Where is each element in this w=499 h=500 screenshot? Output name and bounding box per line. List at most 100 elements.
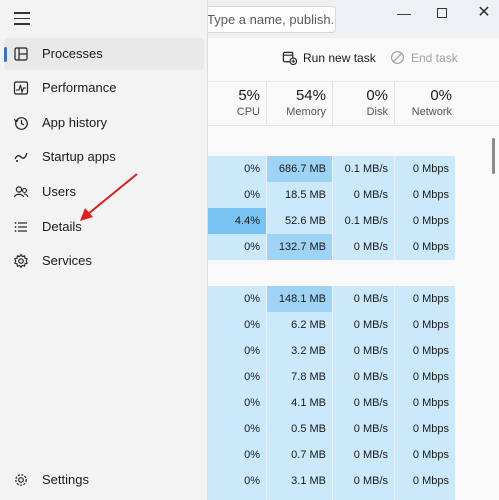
memory-total: 54% [295, 87, 326, 104]
sidebar-item-label: Processes [42, 46, 103, 61]
network-cell: 0 Mbps [394, 312, 455, 338]
cpu-cell: 0% [208, 156, 266, 182]
hamburger-menu-icon[interactable] [14, 12, 30, 26]
sidebar-item-processes[interactable]: Processes [4, 38, 204, 70]
column-cpu[interactable]: 5% CPU [208, 82, 266, 126]
table-row[interactable]: 0% 18.5 MB 0 MB/s 0 Mbps [208, 182, 455, 208]
sidebar: Processes Performance App history Startu… [0, 0, 208, 500]
sidebar-item-label: Startup apps [42, 149, 116, 164]
memory-cell: 6.2 MB [266, 312, 332, 338]
details-icon [13, 219, 29, 235]
close-button[interactable]: ✕ [472, 4, 496, 22]
sidebar-item-details[interactable]: Details [4, 211, 204, 243]
memory-cell: 18.5 MB [266, 182, 332, 208]
table-row[interactable]: 0% 6.2 MB 0 MB/s 0 Mbps [208, 312, 455, 338]
run-new-task-label: Run new task [303, 50, 376, 65]
column-disk[interactable]: 0% Disk [332, 82, 394, 126]
table-row[interactable]: 0% 3.1 MB 0 MB/s 0 Mbps [208, 468, 455, 494]
disk-cell: 0 MB/s [332, 338, 394, 364]
cpu-cell: 0% [208, 468, 266, 494]
network-cell: 0 Mbps [394, 416, 455, 442]
cpu-cell: 0% [208, 234, 266, 260]
main-panel: Type a name, publish... — ✕ Run new task… [200, 0, 499, 500]
sidebar-item-performance[interactable]: Performance [4, 72, 204, 104]
sidebar-item-label: Details [42, 219, 82, 234]
network-cell: 0 Mbps [394, 338, 455, 364]
table-row[interactable]: 4.4% 52.6 MB 0.1 MB/s 0 Mbps [208, 208, 455, 234]
sidebar-item-startup-apps[interactable]: Startup apps [4, 141, 204, 173]
table-row[interactable]: 0% 7.8 MB 0 MB/s 0 Mbps [208, 364, 455, 390]
end-task-label: End task [411, 50, 458, 65]
cpu-cell: 0% [208, 494, 266, 500]
disk-cell: 0 MB/s [332, 468, 394, 494]
disk-cell: 0 MB/s [332, 286, 394, 312]
memory-cell: 3.1 MB [266, 468, 332, 494]
cpu-cell: 0% [208, 416, 266, 442]
column-memory[interactable]: 54% Memory [266, 82, 332, 126]
sidebar-item-services[interactable]: Services [4, 245, 204, 277]
table-row[interactable]: 0% 148.1 MB 0 MB/s 0 Mbps [208, 286, 455, 312]
cpu-cell: 0% [208, 442, 266, 468]
maximize-button[interactable] [430, 4, 454, 22]
memory-cell: 0.5 MB [266, 416, 332, 442]
toolbar: Run new task End task [208, 38, 499, 82]
sidebar-item-app-history[interactable]: App history [4, 107, 204, 139]
memory-cell: 148.1 MB [266, 286, 332, 312]
network-cell: 0 Mbps [394, 208, 455, 234]
disk-cell: 0 MB/s [332, 390, 394, 416]
scrollbar-thumb[interactable] [492, 138, 495, 174]
network-total: 0% [430, 87, 452, 104]
run-new-task-button[interactable]: Run new task [282, 50, 376, 65]
sidebar-item-users[interactable]: Users [4, 176, 204, 208]
sidebar-item-label: Users [42, 184, 76, 199]
sidebar-item-settings[interactable]: Settings [4, 464, 204, 496]
disk-cell: 0 MB/s [332, 364, 394, 390]
users-icon [13, 184, 29, 200]
network-cell: 0 Mbps [394, 468, 455, 494]
gear-icon [13, 472, 29, 488]
network-cell: 0 Mbps [394, 286, 455, 312]
table-row[interactable]: 0% 0.7 MB 0 MB/s 0 Mbps [208, 442, 455, 468]
cpu-total: 5% [238, 87, 260, 104]
disk-cell: 0 MB/s [332, 312, 394, 338]
network-cell: 0 Mbps [394, 442, 455, 468]
table-row[interactable]: 0% 3.2 MB 0 MB/s 0 Mbps [208, 338, 455, 364]
minimize-button[interactable]: — [392, 4, 416, 22]
sidebar-item-label: Settings [42, 472, 89, 487]
maximize-icon [437, 7, 447, 18]
disk-cell: 0 MB/s [332, 442, 394, 468]
end-task-icon [390, 50, 405, 65]
end-task-button[interactable]: End task [390, 50, 458, 65]
disk-cell: 0.1 MB/s [332, 156, 394, 182]
table-row[interactable]: 0% 4.1 MB 0 MB/s 0 Mbps [208, 390, 455, 416]
sidebar-item-label: Performance [42, 80, 117, 95]
disk-total: 0% [366, 87, 388, 104]
table-row[interactable]: 0% 686.7 MB 0.1 MB/s 0 Mbps [208, 156, 455, 182]
column-network[interactable]: 0% Network [394, 82, 458, 126]
column-headers: 5% CPU 54% Memory 0% Disk 0% Network [208, 82, 499, 126]
memory-header: Memory [286, 106, 326, 118]
network-cell: 0 Mbps [394, 182, 455, 208]
network-header: Network [411, 106, 452, 118]
cpu-cell: 4.4% [208, 208, 266, 234]
memory-cell: 7.8 MB [266, 364, 332, 390]
cpu-cell: 0% [208, 312, 266, 338]
services-icon [13, 253, 29, 269]
table-row[interactable]: 0%6.8 MB0 MB/s0 Mbps [208, 494, 455, 500]
search-input[interactable]: Type a name, publish... [200, 6, 336, 33]
disk-cell: 0.1 MB/s [332, 208, 394, 234]
memory-cell: 52.6 MB [266, 208, 332, 234]
table-row[interactable]: 0% 132.7 MB 0 MB/s 0 Mbps [208, 234, 455, 260]
network-cell: 0 Mbps [394, 234, 455, 260]
table-row[interactable]: 0% 0.5 MB 0 MB/s 0 Mbps [208, 416, 455, 442]
cpu-cell: 0% [208, 286, 266, 312]
cpu-cell: 0% [208, 364, 266, 390]
disk-header: Disk [366, 106, 388, 118]
network-cell: 0 Mbps [394, 390, 455, 416]
cpu-cell: 0% [208, 390, 266, 416]
run-new-task-icon [282, 51, 297, 65]
sidebar-item-label: App history [42, 115, 108, 130]
memory-cell: 3.2 MB [266, 338, 332, 364]
title-bar: Type a name, publish... — ✕ [200, 0, 499, 38]
disk-cell: 0 MB/s [332, 416, 394, 442]
